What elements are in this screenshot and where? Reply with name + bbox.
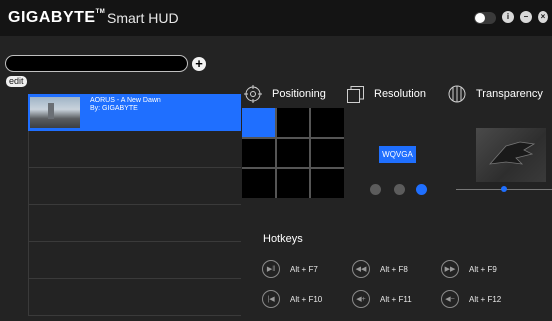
resolution-option-button[interactable]: WQVGA	[379, 146, 416, 163]
resolution-header: Resolution	[347, 82, 426, 106]
resolution-dot[interactable]	[394, 184, 405, 195]
toggle-knob	[475, 13, 485, 23]
position-cell-top-left[interactable]	[242, 108, 275, 137]
hud-toggle-switch[interactable]	[474, 12, 496, 24]
aorus-eagle-icon	[488, 141, 536, 165]
add-icon[interactable]: +	[192, 57, 206, 71]
position-cell-top-center[interactable]	[276, 108, 310, 137]
playlist-item-selected[interactable]: AORUS - A New Dawn By: GIGABYTE	[28, 94, 241, 131]
position-cell-center[interactable]	[276, 138, 310, 168]
close-icon[interactable]: ×	[538, 11, 548, 23]
hotkey-play-pause[interactable]: ▶‖ Alt + F7	[262, 260, 318, 278]
hotkey-rewind[interactable]: ◀◀ Alt + F8	[352, 260, 408, 278]
play-pause-icon: ▶‖	[262, 260, 280, 278]
volume-down-icon: ◀−	[441, 290, 459, 308]
positioning-header: Positioning	[244, 82, 326, 106]
edit-button[interactable]: edit	[6, 76, 27, 87]
hotkey-label: Alt + F10	[290, 294, 323, 304]
hotkey-label: Alt + F12	[469, 294, 502, 304]
hotkey-volume-down[interactable]: ◀− Alt + F12	[441, 290, 501, 308]
video-thumbnail	[30, 97, 80, 128]
transparency-preview	[476, 128, 546, 182]
position-cell-bottom-left[interactable]	[242, 169, 275, 198]
fast-forward-icon: ▶▶	[441, 260, 459, 278]
minimize-icon[interactable]: –	[520, 11, 532, 23]
brand-logo: GIGABYTETM	[8, 9, 105, 27]
position-cell-top-right[interactable]	[311, 108, 344, 137]
position-cell-middle-left[interactable]	[242, 138, 275, 168]
resolution-icon	[347, 85, 364, 103]
search-input[interactable]	[5, 55, 188, 72]
hotkey-label: Alt + F9	[469, 264, 497, 274]
rewind-icon: ◀◀	[352, 260, 370, 278]
hotkey-label: Alt + F8	[380, 264, 408, 274]
playlist-item-empty[interactable]	[28, 279, 241, 316]
hotkey-previous-track[interactable]: |◀ Alt + F10	[262, 290, 322, 308]
resolution-dot[interactable]	[370, 184, 381, 195]
hotkey-label: Alt + F11	[380, 294, 412, 304]
transparency-label: Transparency	[476, 88, 543, 100]
title-bar: GIGABYTETM Smart HUD i – ×	[0, 0, 552, 36]
transparency-header: Transparency	[448, 82, 543, 106]
position-cell-middle-right[interactable]	[311, 138, 344, 168]
playlist: AORUS - A New Dawn By: GIGABYTE	[28, 94, 241, 316]
resolution-dot[interactable]	[416, 184, 427, 195]
positioning-label: Positioning	[272, 88, 326, 100]
playlist-item-subtitle: By: GIGABYTE	[90, 105, 138, 112]
position-cell-bottom-center[interactable]	[276, 169, 310, 198]
playlist-item-empty[interactable]	[28, 242, 241, 279]
crosshair-icon	[244, 85, 262, 103]
playlist-item-empty[interactable]	[28, 168, 241, 205]
hotkey-fast-forward[interactable]: ▶▶ Alt + F9	[441, 260, 497, 278]
volume-up-icon: ◀+	[352, 290, 370, 308]
hotkeys-title: Hotkeys	[263, 233, 303, 245]
resolution-label: Resolution	[374, 88, 426, 100]
hotkey-label: Alt + F7	[290, 264, 318, 274]
playlist-item-empty[interactable]	[28, 205, 241, 242]
app-title: Smart HUD	[107, 10, 179, 26]
playlist-item-title: AORUS - A New Dawn	[90, 97, 161, 104]
transparency-icon	[448, 85, 466, 103]
transparency-slider-thumb[interactable]	[501, 186, 507, 192]
hotkey-volume-up[interactable]: ◀+ Alt + F11	[352, 290, 412, 308]
previous-track-icon: |◀	[262, 290, 280, 308]
brand-name: GIGABYTE	[8, 9, 96, 26]
brand-trademark: TM	[95, 9, 106, 15]
playlist-item-empty[interactable]	[28, 131, 241, 168]
positioning-grid	[242, 108, 344, 198]
position-cell-bottom-right[interactable]	[311, 169, 344, 198]
info-icon[interactable]: i	[502, 11, 514, 23]
